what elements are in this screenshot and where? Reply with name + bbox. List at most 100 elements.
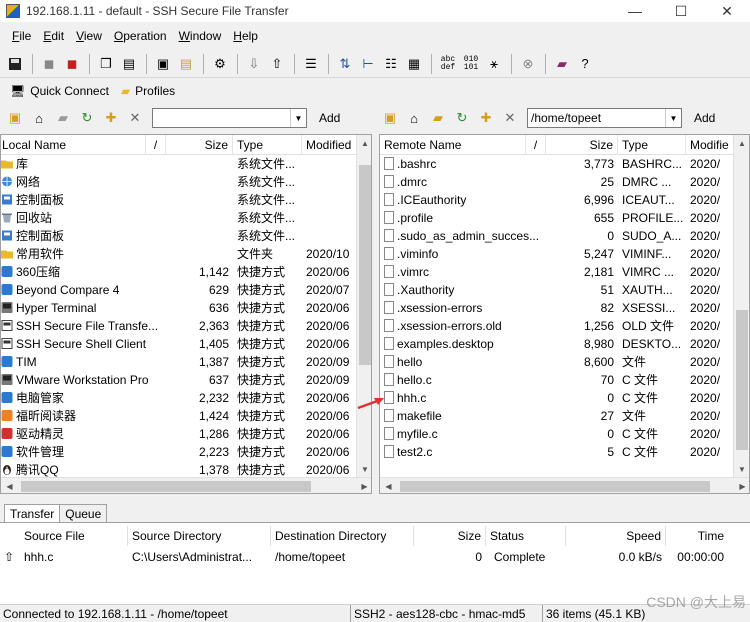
remote-file-row[interactable]: makefile 27 文件 2020/ — [380, 407, 734, 425]
menu-window[interactable]: Window — [173, 29, 228, 43]
remote-file-row[interactable]: .ICEauthority 6,996 ICEAUT... 2020/ — [380, 191, 734, 209]
transfer-col-size[interactable]: Size — [414, 526, 486, 546]
minimize-button[interactable]: — — [612, 0, 658, 22]
local-file-row[interactable]: Beyond Compare 4 629 快捷方式 2020/07 — [1, 281, 356, 299]
remote-file-row[interactable]: hello.c 70 C 文件 2020/ — [380, 371, 734, 389]
remote-file-row[interactable]: myfile.c 0 C 文件 2020/ — [380, 425, 734, 443]
details-view-icon[interactable]: ▦ — [403, 53, 425, 75]
local-file-row[interactable]: 360压缩 1,142 快捷方式 2020/06 — [1, 263, 356, 281]
local-file-row[interactable]: 控制面板 系统文件... — [1, 227, 356, 245]
remote-file-row[interactable]: examples.desktop 8,980 DESKTO... 2020/ — [380, 335, 734, 353]
local-file-row[interactable]: 常用软件 文件夹 2020/10 — [1, 245, 356, 263]
local-file-row[interactable]: TIM 1,387 快捷方式 2020/09 — [1, 353, 356, 371]
remote-col-modified[interactable]: Modifie — [686, 135, 734, 155]
new-terminal-icon[interactable]: ▣ — [152, 53, 174, 75]
menu-view[interactable]: View — [70, 29, 108, 43]
chevron-down-icon[interactable]: ▼ — [665, 109, 681, 127]
menu-operation[interactable]: Operation — [108, 29, 173, 43]
home-icon[interactable]: ⌂ — [28, 107, 50, 129]
local-horizontal-scrollbar[interactable]: ◀ ▶ — [1, 477, 371, 493]
close-button[interactable]: ✕ — [704, 0, 750, 22]
menu-edit[interactable]: Edit — [37, 29, 70, 43]
remote-path-combo[interactable]: /home/topeet ▼ — [527, 108, 682, 128]
remote-file-row[interactable]: test2.c 5 C 文件 2020/ — [380, 443, 734, 461]
remote-toggle-tree-icon[interactable]: ▣ — [379, 107, 401, 129]
local-file-row[interactable]: 网络 系统文件... — [1, 173, 356, 191]
stop-transfer-icon[interactable]: ◼ — [61, 53, 83, 75]
settings-icon[interactable]: ⚙ — [209, 53, 231, 75]
scroll-down-icon[interactable]: ▼ — [734, 461, 749, 478]
tab-queue[interactable]: Queue — [60, 504, 108, 522]
local-path-combo[interactable]: ▼ — [152, 108, 307, 128]
local-file-row[interactable]: SSH Secure File Transfe... 2,363 快捷方式 2020/… — [1, 317, 356, 335]
delete-icon[interactable]: ✕ — [124, 107, 146, 129]
save-icon[interactable] — [4, 53, 26, 75]
new-folder-icon[interactable]: ✚ — [475, 107, 497, 129]
home-icon[interactable]: ⌂ — [403, 107, 425, 129]
up-folder-icon[interactable]: ▰ — [52, 107, 74, 129]
remote-file-row[interactable]: .profile 655 PROFILE... 2020/ — [380, 209, 734, 227]
quick-connect-button[interactable]: 🖥 Quick Connect — [4, 80, 115, 102]
remote-col-type[interactable]: Type — [618, 135, 686, 155]
remote-file-row[interactable]: .Xauthority 51 XAUTH... 2020/ — [380, 281, 734, 299]
auto-mode-icon[interactable]: ⚹ — [483, 53, 505, 75]
scroll-left-icon[interactable]: ◀ — [1, 482, 18, 491]
remote-file-row[interactable]: .xsession-errors 82 XSESSI... 2020/ — [380, 299, 734, 317]
scroll-up-icon[interactable]: ▲ — [734, 135, 749, 152]
remote-scroll-thumb[interactable] — [736, 310, 748, 450]
tree-view-icon[interactable]: ⊢ — [357, 53, 379, 75]
remote-add-button[interactable]: Add — [690, 111, 719, 125]
local-file-row[interactable]: 电脑管家 2,232 快捷方式 2020/06 — [1, 389, 356, 407]
tab-transfer[interactable]: Transfer — [4, 504, 61, 522]
refresh-icon[interactable]: ↻ — [76, 107, 98, 129]
help-book-icon[interactable]: ▰ — [551, 53, 573, 75]
transfer-col-status[interactable]: Status — [486, 526, 566, 546]
menu-file[interactable]: File — [6, 29, 37, 43]
up-folder-icon[interactable]: ▰ — [427, 107, 449, 129]
menu-help[interactable]: Help — [227, 29, 264, 43]
local-file-row[interactable]: VMware Workstation Pro 637 快捷方式 2020/09 — [1, 371, 356, 389]
remote-file-row[interactable]: .vimrc 2,181 VIMRC ... 2020/ — [380, 263, 734, 281]
transfer-col-time[interactable]: Time — [666, 526, 728, 546]
remote-horizontal-scrollbar[interactable]: ◀ ▶ — [380, 477, 749, 493]
scroll-down-icon[interactable]: ▼ — [357, 461, 371, 478]
local-file-row[interactable]: 控制面板 系统文件... — [1, 191, 356, 209]
local-hscroll-thumb[interactable] — [21, 481, 311, 492]
local-file-row[interactable]: 回收站 系统文件... — [1, 209, 356, 227]
local-col-modified[interactable]: Modified — [302, 135, 356, 155]
scroll-left-icon[interactable]: ◀ — [380, 482, 397, 491]
local-file-row[interactable]: 库 系统文件... — [1, 155, 356, 173]
local-toggle-tree-icon[interactable]: ▣ — [4, 107, 26, 129]
local-scroll-thumb[interactable] — [359, 165, 371, 365]
list-view-icon[interactable]: ☷ — [380, 53, 402, 75]
local-add-button[interactable]: Add — [315, 111, 344, 125]
remote-col-size[interactable]: Size — [546, 135, 618, 155]
local-col-name[interactable]: Local Name — [1, 135, 146, 155]
file-list-icon[interactable]: ☰ — [300, 53, 322, 75]
profiles-button[interactable]: ▰ Profiles — [115, 80, 181, 102]
chevron-down-icon[interactable]: ▼ — [290, 109, 306, 127]
transfer-col-speed[interactable]: Speed — [566, 526, 666, 546]
refresh-icon[interactable]: ↻ — [451, 107, 473, 129]
delete-icon[interactable]: ✕ — [499, 107, 521, 129]
scroll-up-icon[interactable]: ▲ — [357, 135, 371, 152]
sort-icon[interactable]: ⇅ — [334, 53, 356, 75]
remote-file-row[interactable]: .sudo_as_admin_succes... 0 SUDO_A... 2020/ — [380, 227, 734, 245]
new-folder-icon[interactable]: ✚ — [100, 107, 122, 129]
remote-vertical-scrollbar[interactable]: ▲ ▼ — [733, 135, 749, 478]
remote-file-row[interactable]: .xsession-errors.old 1,256 OLD 文件 2020/ — [380, 317, 734, 335]
remote-file-row[interactable]: hello 8,600 文件 2020/ — [380, 353, 734, 371]
remote-col-name[interactable]: Remote Name — [380, 135, 526, 155]
copy-icon[interactable]: ❐ — [95, 53, 117, 75]
local-file-row[interactable]: SSH Secure Shell Client 1,405 快捷方式 2020/06 — [1, 335, 356, 353]
transfer-col-source-directory[interactable]: Source Directory — [128, 526, 271, 546]
transfer-row[interactable]: ⇧ hhh.c C:\Users\Administrat... /home/to… — [0, 548, 728, 566]
download-icon[interactable]: ⇩ — [243, 53, 265, 75]
disconnect-icon[interactable]: ◼ — [38, 53, 60, 75]
local-file-row[interactable]: 福昕阅读器 1,424 快捷方式 2020/06 — [1, 407, 356, 425]
remote-hscroll-thumb[interactable] — [400, 481, 710, 492]
context-help-icon[interactable]: ? — [574, 53, 596, 75]
transfer-col-destination-directory[interactable]: Destination Directory — [271, 526, 414, 546]
scroll-right-icon[interactable]: ▶ — [734, 482, 749, 491]
maximize-button[interactable]: ☐ — [658, 0, 704, 22]
